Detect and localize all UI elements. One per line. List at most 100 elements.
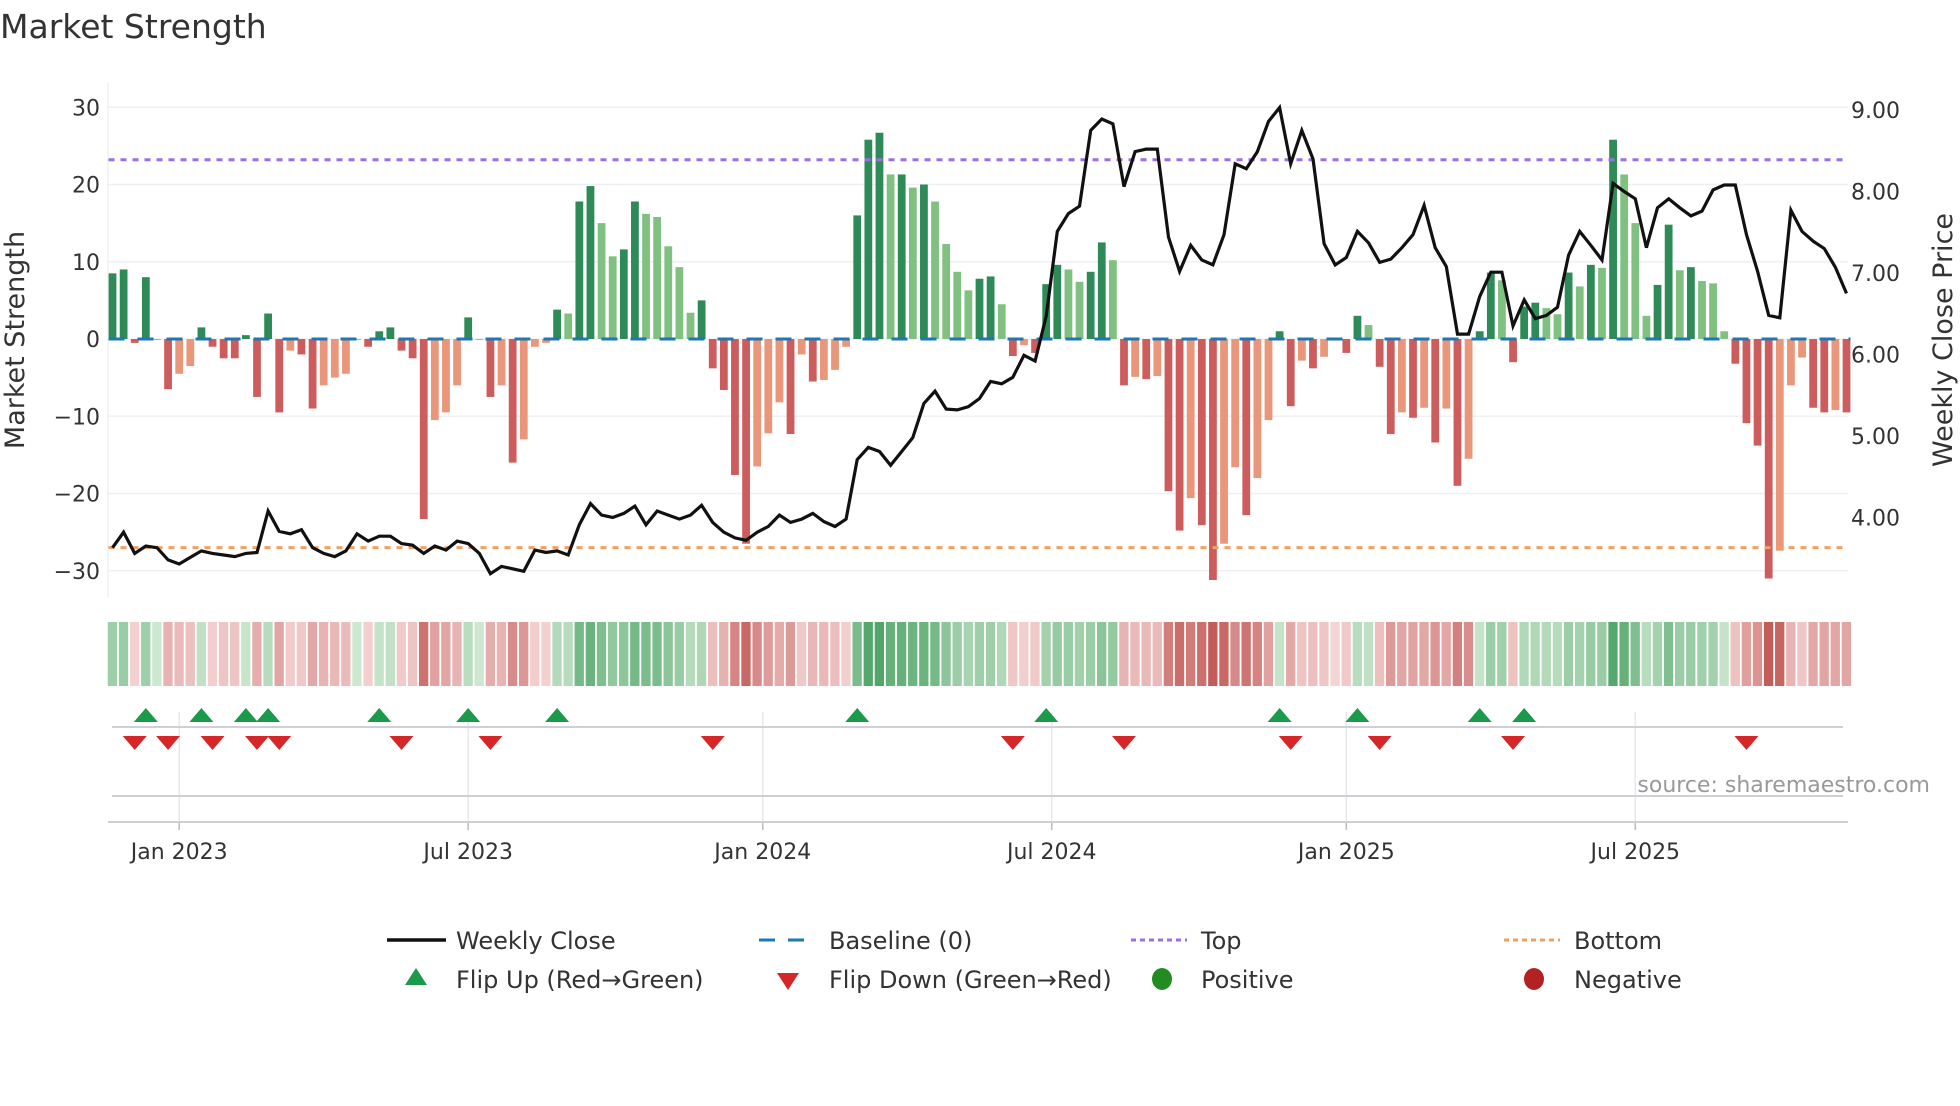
negative-bar: [330, 339, 339, 378]
heat-cell: [1641, 622, 1651, 686]
negative-bar: [1386, 339, 1395, 435]
positive-bar: [1631, 223, 1640, 339]
y2-tick-label: 4.00: [1851, 507, 1900, 532]
heat-cell: [441, 622, 451, 686]
positive-bar: [1108, 260, 1117, 339]
heat-cell: [1308, 622, 1318, 686]
heat-cell: [685, 622, 696, 686]
negative-bar: [1787, 339, 1795, 386]
heat-cell: [574, 622, 584, 686]
heat-cell: [1474, 622, 1485, 686]
negative-bar: [419, 339, 428, 519]
heat-cell: [1008, 622, 1018, 686]
strength-heat-strip: [107, 622, 1852, 686]
flip-up-marker: [456, 708, 481, 722]
heat-cell: [1208, 622, 1218, 686]
negative-bar: [831, 339, 839, 370]
negative-bar: [164, 339, 172, 390]
negative-bar: [1753, 339, 1762, 446]
flip-down-marker: [245, 736, 269, 750]
negative-bar: [1375, 339, 1384, 367]
positive-circle-icon: [1152, 968, 1172, 990]
positive-bar: [664, 246, 673, 339]
negative-bar: [130, 339, 139, 343]
flip-down-marker: [1367, 736, 1392, 750]
flip-down-marker: [1501, 736, 1526, 750]
negative-bar: [230, 339, 239, 359]
positive-bar: [897, 174, 906, 339]
positive-bar: [675, 267, 684, 339]
positive-bar: [1097, 242, 1106, 339]
heat-cell: [1030, 622, 1040, 686]
flip-down-marker: [267, 736, 292, 750]
heat-cell: [341, 622, 351, 686]
heat-cell: [641, 622, 651, 686]
negative-bar: [1309, 339, 1317, 369]
negative-bar: [808, 339, 817, 382]
positive-bar: [586, 186, 595, 339]
heat-cell: [1341, 622, 1351, 686]
negative-bar: [1409, 339, 1417, 418]
y2-tick-label: 5.00: [1851, 425, 1900, 450]
positive-bar: [1553, 314, 1562, 339]
positive-bar: [1586, 264, 1595, 339]
heat-cell: [1374, 622, 1385, 686]
negative-bar: [1008, 339, 1017, 356]
positive-bar: [1709, 283, 1718, 339]
negative-bar: [397, 339, 406, 351]
heat-cell: [1663, 622, 1674, 686]
flip-up-marker: [233, 708, 258, 722]
heat-cell: [396, 622, 407, 686]
negative-bar: [308, 339, 317, 409]
heat-cell: [596, 622, 607, 686]
negative-bar: [1197, 339, 1206, 526]
flip-up-marker: [367, 708, 392, 722]
negative-bar: [819, 339, 828, 380]
heat-cell: [152, 622, 162, 686]
flip-up-marker: [1267, 708, 1292, 722]
negative-bar: [1342, 339, 1351, 353]
negative-bar: [786, 339, 795, 435]
heat-cell: [1185, 622, 1196, 686]
positive-bar: [241, 335, 250, 339]
heat-cell: [1719, 622, 1729, 686]
heat-cell: [1574, 622, 1585, 686]
heat-cell: [563, 622, 573, 686]
heat-cell: [830, 622, 840, 686]
positive-bar: [697, 300, 706, 339]
y-tick-label: 0: [86, 328, 100, 353]
heat-cell: [1285, 622, 1296, 686]
heat-cell: [1541, 622, 1551, 686]
negative-bar: [1775, 339, 1784, 551]
negative-bar: [1809, 339, 1818, 408]
negative-bar: [1420, 339, 1429, 408]
heat-cell: [174, 622, 184, 686]
positive-bar: [564, 313, 573, 339]
positive-bar: [1364, 325, 1373, 339]
heat-cell: [1552, 622, 1563, 686]
positive-bar: [575, 201, 584, 339]
heat-cell: [1563, 622, 1574, 686]
legend: Weekly Close Baseline (0) Top Bottom Fli…: [387, 927, 1682, 994]
negative-bar: [1453, 339, 1462, 486]
flip-down-marker: [156, 736, 181, 750]
y2-axis-label: Weekly Close Price: [1928, 213, 1959, 467]
heat-cell: [1508, 622, 1518, 686]
flip-markers-panel: [112, 708, 1843, 822]
positive-bar: [386, 327, 395, 339]
heat-cell: [730, 622, 740, 686]
heat-cell: [141, 622, 151, 686]
heat-cell: [1675, 622, 1685, 686]
negative-bar: [1153, 339, 1162, 377]
heat-cell: [707, 622, 718, 686]
heat-cell: [919, 622, 929, 686]
flip-up-marker: [189, 708, 214, 722]
negative-bar: [319, 339, 328, 386]
heat-cell: [1352, 622, 1362, 686]
negative-bar: [1764, 339, 1773, 579]
heat-cell: [430, 622, 440, 686]
negative-bar: [1798, 339, 1806, 358]
flip-down-marker: [1278, 736, 1303, 750]
flip-down-marker: [1000, 736, 1025, 750]
legend-flip-down: Flip Down (Green→Red): [829, 966, 1112, 994]
